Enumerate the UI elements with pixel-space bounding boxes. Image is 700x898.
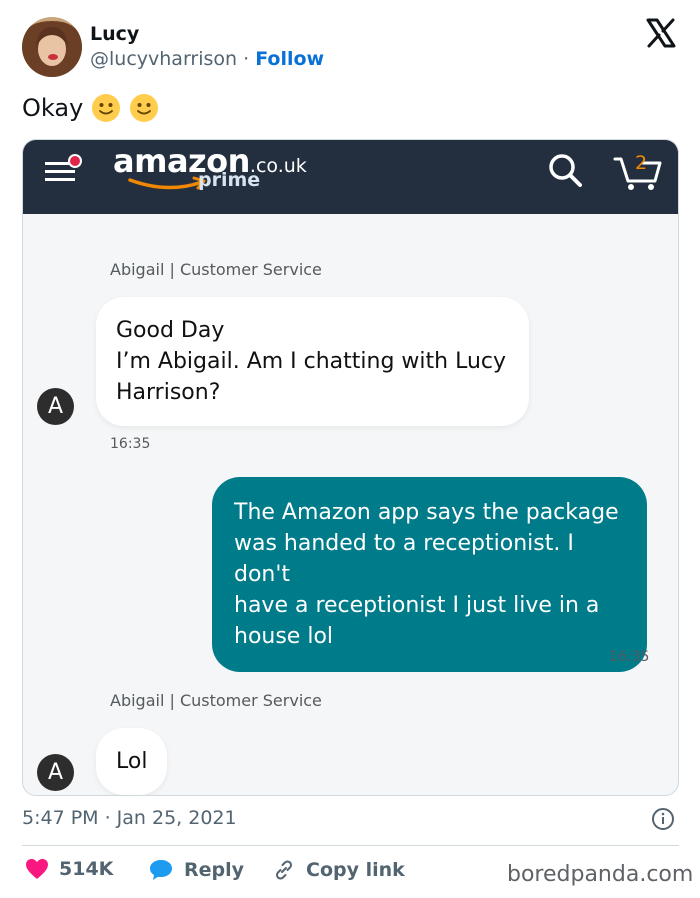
message-line: I’m Abigail. Am I chatting with Lucy <box>116 349 507 374</box>
message-line: was handed to a receptionist. I don't <box>234 531 574 587</box>
message-timestamp: 16:35 <box>609 649 650 665</box>
reply-button[interactable]: Reply <box>148 858 244 882</box>
amazon-smile-icon <box>128 176 206 190</box>
outgoing-message-bubble: The Amazon app says the package was hand… <box>212 477 647 672</box>
tweet-text-body: Okay <box>22 94 84 122</box>
like-button[interactable]: 514K <box>25 858 113 880</box>
message-line: Lol <box>116 749 148 774</box>
likes-count: 514K <box>59 858 114 880</box>
slightly-smiling-face-icon <box>129 93 159 123</box>
meta-separator: · <box>243 48 250 70</box>
tweet-timestamp[interactable]: 5:47 PM · Jan 25, 2021 <box>22 807 237 829</box>
author-avatar[interactable] <box>22 17 82 77</box>
incoming-message-bubble: Good Day I’m Abigail. Am I chatting with… <box>96 297 529 426</box>
author-handle[interactable]: @lucyvharrison <box>90 48 237 70</box>
link-icon <box>275 860 293 880</box>
prime-label: prime <box>198 169 261 191</box>
author-meta: @lucyvharrison · Follow <box>90 48 324 70</box>
slightly-smiling-face-icon <box>91 93 121 123</box>
x-logo-icon[interactable] <box>645 17 677 49</box>
agent-avatar: A <box>37 754 74 791</box>
cart-count-badge: 2 <box>635 152 648 174</box>
copy-link-label: Copy link <box>306 859 405 881</box>
tweet-text: Okay <box>22 93 159 123</box>
attached-image[interactable]: amazon.co.uk prime 2 Abigail | Customer … <box>22 139 679 796</box>
speech-bubble-icon <box>150 860 172 880</box>
agent-name-label: Abigail | Customer Service <box>110 691 322 710</box>
message-line: have a receptionist I just live in a <box>234 593 600 618</box>
info-icon[interactable] <box>651 807 675 831</box>
copy-link-button[interactable]: Copy link <box>272 858 405 882</box>
message-timestamp: 16:35 <box>110 436 151 452</box>
agent-avatar: A <box>37 388 74 425</box>
heart-icon <box>26 859 48 879</box>
amazon-header: amazon.co.uk prime 2 <box>23 140 678 214</box>
message-line: The Amazon app says the package <box>234 500 619 525</box>
incoming-message-bubble: Lol <box>96 728 168 795</box>
follow-button[interactable]: Follow <box>255 48 324 70</box>
search-icon <box>547 152 583 188</box>
author-name[interactable]: Lucy <box>90 23 139 45</box>
agent-name-label: Abigail | Customer Service <box>110 260 322 279</box>
hamburger-menu-icon <box>45 154 87 188</box>
reply-label: Reply <box>184 859 245 881</box>
message-line: Harrison? <box>116 380 221 405</box>
message-line: house lol <box>234 624 334 649</box>
message-line: Good Day <box>116 318 225 343</box>
boredpanda-watermark: boredpanda.com <box>507 862 694 887</box>
footer-divider <box>22 845 679 846</box>
